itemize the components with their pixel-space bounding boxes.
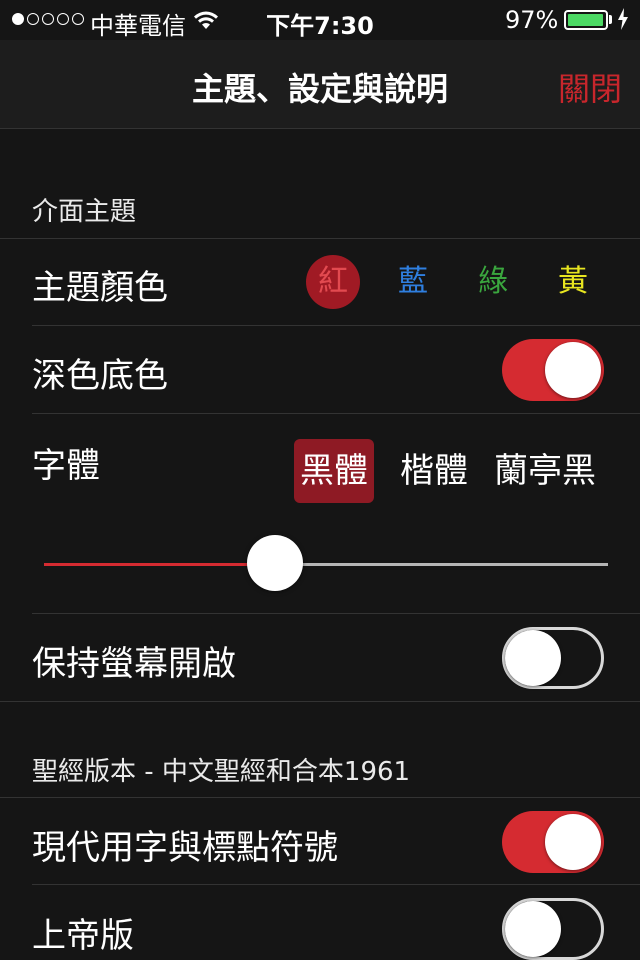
page-title: 主題、設定與說明 [191,70,448,108]
slider-fill [44,563,275,566]
slider-thumb[interactable] [247,535,303,591]
toggle-knob [545,814,601,870]
divider [32,413,640,414]
navigation-bar: 主題、設定與說明 關閉 [0,40,640,129]
battery-cap [609,15,612,24]
font-option-lantinghei[interactable]: 蘭亭黑 [490,439,600,503]
divider [0,238,640,239]
shangdi-version-toggle[interactable] [502,898,604,960]
status-bar: 中華電信 下午7:30 97% [0,0,640,40]
modern-text-toggle[interactable] [502,811,604,873]
dark-background-toggle[interactable] [502,339,604,401]
toggle-knob [545,342,601,398]
modern-text-label: 現代用字與標點符號 [32,828,338,868]
battery-percentage: 97% [505,6,559,34]
divider [0,701,640,702]
divider [32,884,640,885]
font-option-heiti[interactable]: 黑體 [294,439,374,503]
font-option-kaiti[interactable]: 楷體 [394,439,474,503]
close-button[interactable]: 關閉 [558,64,622,110]
theme-color-yellow-option[interactable]: 黃 [546,255,600,309]
dark-background-label: 深色底色 [32,356,168,396]
shangdi-version-label: 上帝版 [32,916,134,956]
font-label: 字體 [32,446,100,486]
toggle-knob [505,630,561,686]
battery-level-fill [568,14,603,26]
keep-screen-on-toggle[interactable] [502,627,604,689]
section-header-bible-version: 聖經版本 - 中文聖經和合本1961 [32,757,411,787]
theme-color-label: 主題顏色 [32,268,168,308]
divider [0,797,640,798]
font-size-slider[interactable] [44,563,608,566]
slider-track-remaining [275,563,608,566]
divider [32,325,640,326]
theme-color-red-option[interactable]: 紅 [306,255,360,309]
keep-screen-on-label: 保持螢幕開啟 [32,644,236,684]
toggle-knob [505,901,561,957]
theme-color-blue-option[interactable]: 藍 [386,255,440,309]
section-header-interface-theme: 介面主題 [32,197,137,227]
charging-bolt-icon [618,8,628,30]
divider [32,613,640,614]
battery-icon [564,10,608,30]
theme-color-green-option[interactable]: 綠 [466,255,520,309]
